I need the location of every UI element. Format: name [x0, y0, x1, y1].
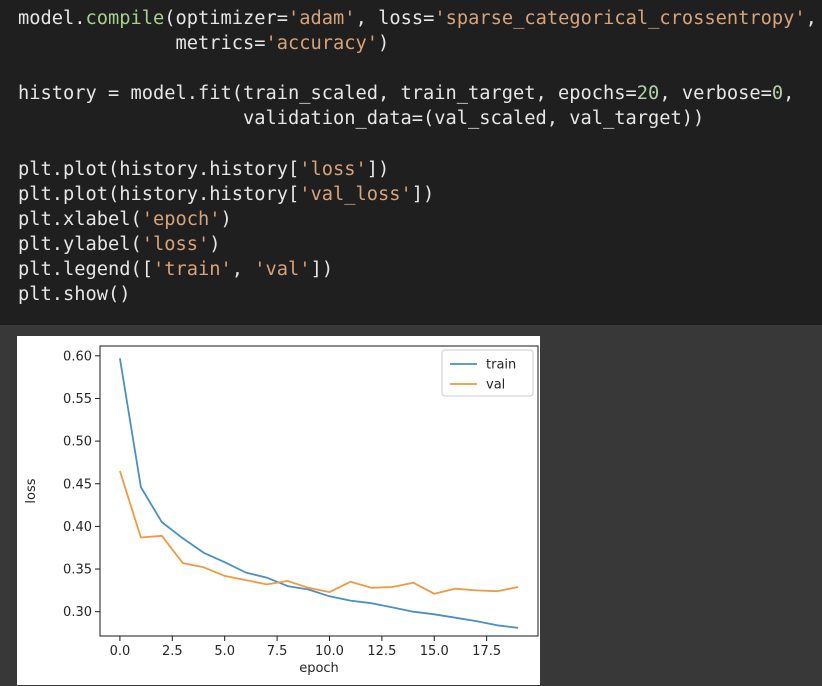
x-tick-label: 2.5 [162, 644, 183, 659]
code-token: model. [18, 8, 86, 29]
code-line: validation_data=(val_scaled, val_target)… [18, 106, 817, 131]
y-tick-label: 0.30 [63, 605, 92, 620]
code-token: 'loss' [141, 233, 210, 255]
code-token: 'epoch' [141, 208, 221, 230]
x-tick-label: 10.0 [315, 644, 344, 659]
code-token: ) [378, 33, 390, 55]
code-line: plt.xlabel('epoch') [18, 207, 817, 232]
code-line: plt.legend(['train', 'val']) [18, 257, 817, 282]
plot-output: 0.0 2.5 5.0 7.5 10.0 12.5 15.0 17.5 0.30 0.35 0.40… [17, 336, 540, 685]
code-token: metrics= [18, 33, 266, 55]
code-line: history = model.fit(train_scaled, train_… [18, 81, 817, 106]
code-token: ]) [411, 183, 435, 205]
code-line: metrics='accuracy') [18, 31, 817, 56]
code-token: 'val' [254, 258, 311, 280]
y-tick-label: 0.60 [63, 349, 92, 364]
code-token: 20 [636, 83, 660, 105]
code-editor[interactable]: model.compile(optimizer='adam', loss='sp… [18, 6, 817, 307]
x-tick-label: 7.5 [267, 644, 288, 659]
code-line: plt.plot(history.history['val_loss']) [18, 182, 817, 207]
code-token: plt.show() [18, 284, 131, 306]
code-token: ) [220, 208, 232, 230]
code-token: ]) [310, 258, 334, 280]
code-token: ]) [366, 158, 390, 180]
code-token: 'val_loss' [299, 183, 412, 205]
code-line: plt.plot(history.history['loss']) [18, 157, 817, 182]
code-token: 'accuracy' [265, 33, 379, 55]
y-tick-label: 0.40 [63, 520, 92, 535]
code-line: model.compile(optimizer='adam', loss='sp… [18, 6, 817, 31]
code-token: plt.ylabel( [18, 233, 142, 255]
y-tick-label: 0.35 [63, 563, 92, 578]
code-token: 'sparse_categorical_crossentropy' [434, 8, 806, 29]
code-token: history = model.fit(train_scaled, train_… [18, 83, 637, 105]
code-token: plt.xlabel( [18, 208, 142, 230]
x-tick-label: 15.0 [420, 644, 449, 659]
legend-label-train: train [486, 358, 516, 373]
code-token: ) [209, 233, 221, 255]
loss-chart: 0.0 2.5 5.0 7.5 10.0 12.5 15.0 17.5 0.30 0.35 0.40… [24, 345, 539, 676]
code-token: , [231, 258, 255, 280]
code-token: 'loss' [299, 158, 367, 180]
series-line-val [119, 470, 519, 595]
series-line-train [119, 358, 519, 629]
code-token: validation_data=(val_scaled, val_target)… [18, 108, 705, 130]
y-tick-label: 0.45 [63, 477, 92, 492]
code-token: plt.legend([ [18, 258, 154, 280]
code-token: 'train' [153, 258, 232, 280]
code-token: 0 [771, 83, 784, 105]
code-token: 'adam' [288, 8, 356, 29]
x-tick-label: 17.5 [472, 644, 501, 659]
y-tick-label: 0.50 [63, 435, 92, 450]
code-token: plt.plot(history.history[ [18, 158, 300, 180]
code-token: plt.plot(history.history[ [18, 183, 300, 205]
code-token: (optimizer= [164, 8, 289, 29]
code-token: , [783, 83, 795, 105]
x-tick-label: 12.5 [367, 644, 396, 659]
code-token: , loss= [355, 8, 435, 29]
legend-label-val: val [486, 378, 505, 393]
x-tick-label: 0.0 [110, 644, 131, 659]
code-line: plt.ylabel('loss') [18, 232, 817, 257]
code-line: plt.show() [18, 282, 817, 307]
code-token: , verbose= [659, 83, 772, 105]
x-axis-label: epoch [299, 661, 339, 676]
code-cell[interactable]: model.compile(optimizer='adam', loss='sp… [0, 0, 822, 325]
y-tick-label: 0.55 [63, 392, 92, 407]
x-tick-label: 5.0 [214, 644, 235, 659]
code-token: , [805, 8, 817, 29]
y-axis-label: loss [24, 478, 39, 503]
code-token: compile [85, 8, 165, 29]
